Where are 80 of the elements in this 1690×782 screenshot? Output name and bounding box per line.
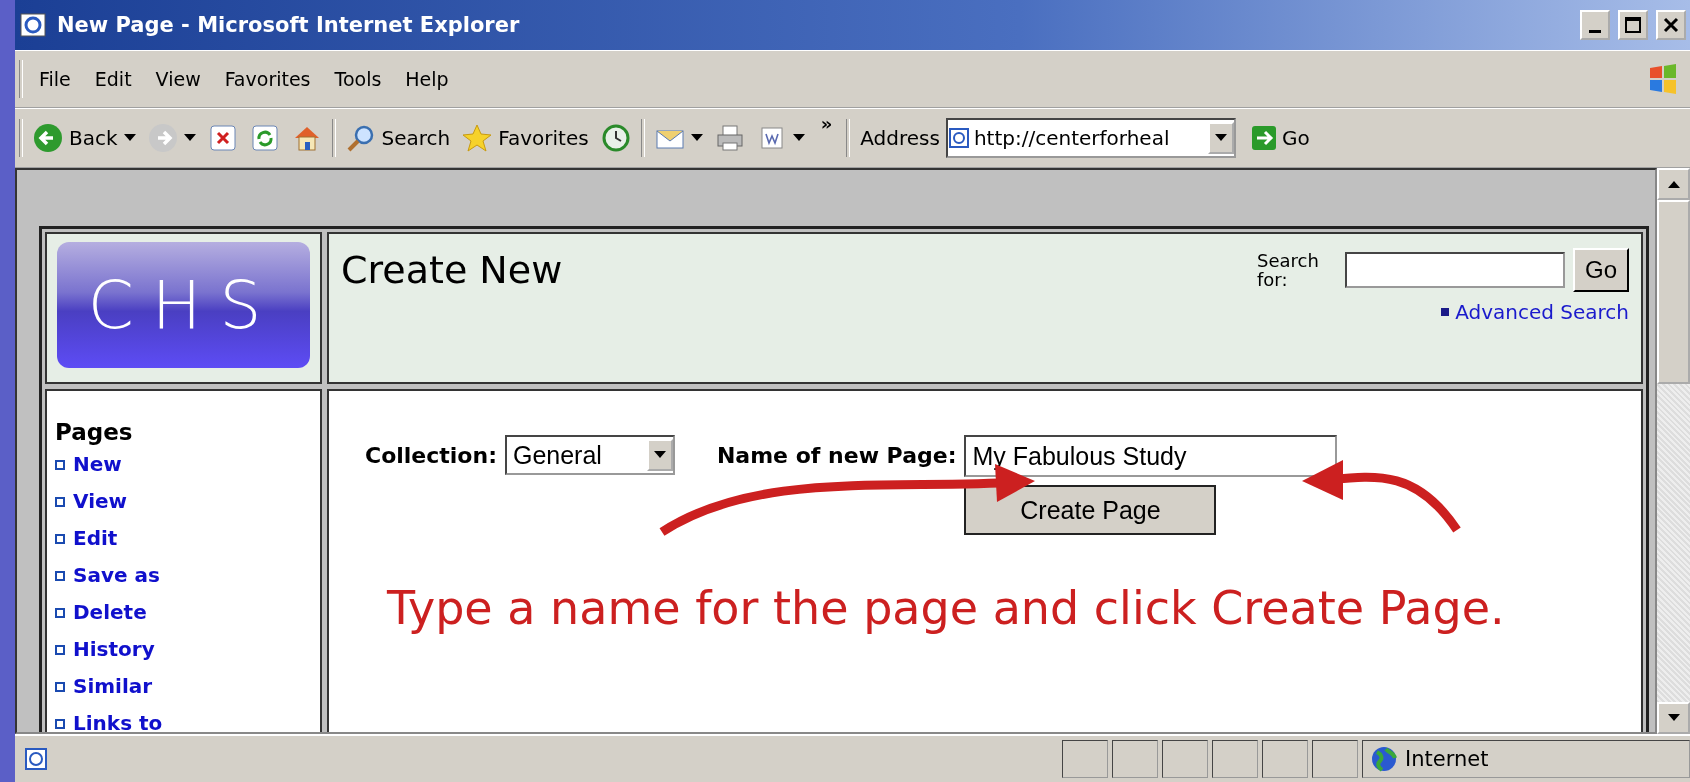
search-label: Search for: bbox=[1257, 251, 1320, 289]
status-panel bbox=[1112, 740, 1158, 778]
bullet-icon bbox=[55, 607, 65, 618]
menu-item[interactable]: Edit bbox=[82, 68, 144, 90]
address-dropdown-button[interactable] bbox=[1207, 122, 1234, 154]
search-field[interactable] bbox=[1345, 252, 1565, 288]
menu-item[interactable]: Favorites bbox=[212, 68, 323, 90]
bullet-icon bbox=[1441, 308, 1450, 316]
caret-icon bbox=[123, 134, 136, 142]
status-panel bbox=[1212, 740, 1258, 778]
sidebar-link[interactable]: Links to bbox=[55, 706, 312, 732]
bullet-icon bbox=[55, 644, 65, 655]
close-icon bbox=[1663, 17, 1679, 33]
sidebar-link[interactable]: View bbox=[55, 484, 312, 519]
status-panel bbox=[1162, 740, 1208, 778]
logo: CHS bbox=[57, 242, 310, 368]
status-panel bbox=[1062, 740, 1108, 778]
status-panel bbox=[1312, 740, 1358, 778]
status-panel bbox=[1262, 740, 1308, 778]
caret-icon bbox=[792, 134, 805, 142]
sidebar-link[interactable]: History bbox=[55, 632, 312, 667]
caret-icon bbox=[183, 134, 196, 142]
scroll-down-button[interactable] bbox=[1657, 702, 1690, 734]
maximize-icon bbox=[1625, 17, 1641, 33]
create-page-button[interactable]: Create Page bbox=[964, 485, 1217, 535]
back-button[interactable]: Back bbox=[27, 114, 142, 162]
security-zone: Internet bbox=[1362, 740, 1690, 778]
bullet-icon bbox=[55, 681, 65, 692]
sidebar-link[interactable]: Delete bbox=[55, 595, 312, 630]
select-dropdown-button[interactable] bbox=[646, 439, 673, 471]
go-button[interactable]: Go bbox=[1245, 125, 1316, 151]
bullet-icon bbox=[55, 533, 65, 544]
sidebar-link[interactable]: New bbox=[55, 447, 312, 482]
history-clock-icon bbox=[600, 123, 631, 153]
caret-icon bbox=[690, 134, 703, 142]
bullet-icon bbox=[55, 570, 65, 581]
minimize-button[interactable] bbox=[1580, 10, 1610, 40]
menu-item[interactable]: Tools bbox=[322, 68, 394, 90]
page-icon bbox=[23, 746, 49, 772]
page-title: Create New bbox=[341, 248, 563, 294]
globe-icon bbox=[1371, 746, 1397, 772]
bullet-icon bbox=[55, 718, 65, 729]
menu-item[interactable]: Help bbox=[393, 68, 461, 90]
maximize-button[interactable] bbox=[1618, 10, 1648, 40]
bullet-icon bbox=[55, 459, 65, 470]
menu-item[interactable]: File bbox=[27, 68, 83, 90]
bullet-icon bbox=[55, 496, 65, 507]
sidebar-link[interactable]: Edit bbox=[55, 521, 312, 556]
up-caret-icon bbox=[1667, 180, 1680, 188]
page-name-label: Name of new Page: bbox=[716, 443, 957, 468]
search-button[interactable]: Search bbox=[339, 114, 457, 162]
sidebar-link[interactable]: Similar bbox=[55, 669, 312, 704]
scrollbar[interactable] bbox=[1657, 168, 1690, 734]
collection-select[interactable]: General bbox=[504, 435, 675, 475]
search-icon bbox=[345, 123, 376, 153]
printer-icon bbox=[714, 123, 745, 153]
sidebar-heading: Pages bbox=[55, 419, 134, 445]
refresh-icon bbox=[249, 123, 280, 153]
advanced-search-link[interactable]: Advanced Search bbox=[1441, 300, 1629, 324]
address-label: Address bbox=[860, 126, 940, 150]
close-button[interactable] bbox=[1656, 10, 1686, 40]
scroll-up-button[interactable] bbox=[1657, 168, 1690, 200]
page-icon bbox=[947, 127, 970, 149]
favorites-button[interactable]: Favorites bbox=[456, 114, 595, 162]
address-field[interactable]: http://centerforheal bbox=[945, 118, 1236, 158]
caret-icon bbox=[1214, 134, 1227, 142]
caret-icon bbox=[653, 451, 666, 459]
menu-item[interactable]: View bbox=[143, 68, 213, 90]
collection-label: Collection: bbox=[365, 443, 497, 468]
annotation-text: Type a name for the page and click Create Page. bbox=[387, 581, 1506, 635]
stop-icon bbox=[207, 123, 238, 153]
page-name-field[interactable]: My Fabulous Study bbox=[964, 435, 1338, 477]
window-title: New Page - Microsoft Internet Explorer bbox=[57, 13, 521, 37]
sidebar-link[interactable]: Save as bbox=[55, 558, 312, 593]
minimize-icon bbox=[1589, 29, 1601, 33]
search-go-button[interactable]: Go bbox=[1573, 248, 1629, 292]
scroll-thumb[interactable] bbox=[1657, 200, 1690, 384]
toolbar-more-chevron[interactable]: » bbox=[820, 113, 833, 134]
down-caret-icon bbox=[1667, 714, 1680, 722]
star-icon bbox=[462, 123, 493, 153]
